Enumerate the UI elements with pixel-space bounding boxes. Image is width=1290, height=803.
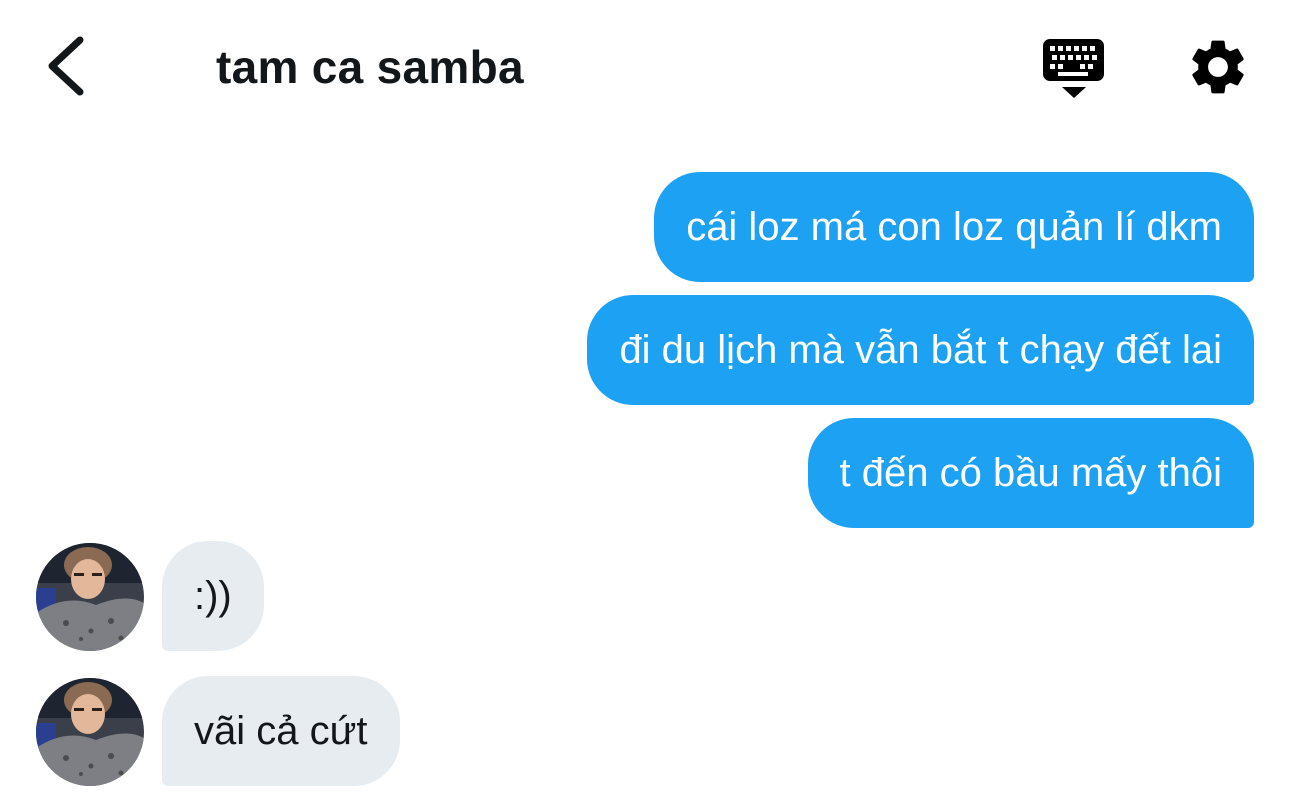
avatar-photo: [36, 543, 144, 651]
avatar[interactable]: [36, 543, 144, 651]
received-message-bubble[interactable]: :)): [162, 541, 264, 651]
chevron-left-icon: [48, 36, 84, 96]
message-text: t đến có bầu mấy thôi: [839, 451, 1222, 495]
sent-message-bubble[interactable]: t đến có bầu mấy thôi: [807, 418, 1254, 528]
chat-screen: tam ca samba cái loz má con loz quản lí …: [0, 0, 1290, 803]
received-message-bubble[interactable]: vãi cả cứt: [162, 676, 400, 786]
sent-message-bubble[interactable]: đi du lịch mà vẫn bắt t chạy đết lai: [587, 295, 1254, 405]
back-button[interactable]: [40, 30, 100, 100]
settings-button[interactable]: [1185, 34, 1251, 100]
message-text: :)): [194, 574, 232, 618]
keyboard-dismiss-icon: [1043, 39, 1104, 98]
avatar-photo: [36, 678, 144, 786]
avatar[interactable]: [36, 678, 144, 786]
message-text: vãi cả cứt: [194, 709, 368, 753]
message-text: đi du lịch mà vẫn bắt t chạy đết lai: [619, 328, 1222, 372]
message-text: cái loz má con loz quản lí dkm: [686, 205, 1222, 249]
gear-icon: [1192, 40, 1244, 94]
conversation-title: tam ca samba: [216, 41, 524, 93]
keyboard-dismiss-button[interactable]: [1040, 36, 1110, 102]
sent-message-bubble[interactable]: cái loz má con loz quản lí dkm: [654, 172, 1254, 282]
